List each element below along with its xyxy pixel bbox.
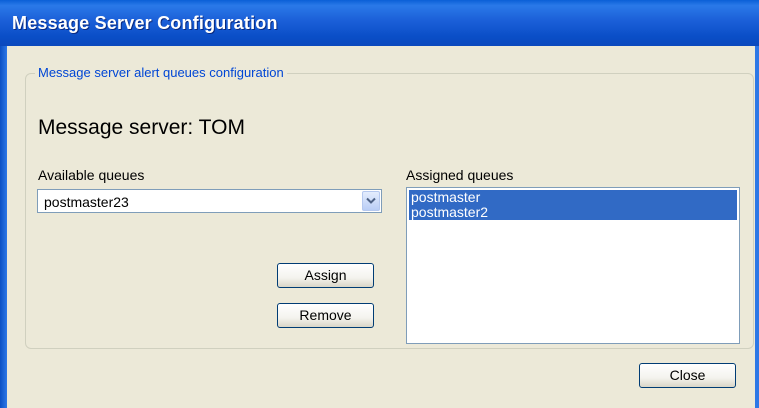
remove-button[interactable]: Remove	[277, 303, 374, 328]
list-item[interactable]: postmaster	[409, 190, 737, 205]
dropdown-button[interactable]	[362, 191, 380, 211]
assign-button[interactable]: Assign	[277, 263, 374, 288]
assigned-queues-listbox[interactable]: postmaster postmaster2	[406, 187, 740, 344]
assigned-queues-label: Assigned queues	[406, 167, 514, 183]
chevron-down-icon	[366, 197, 376, 204]
dialog-client-area: Message server alert queues configuratio…	[7, 46, 755, 408]
available-queues-dropdown[interactable]: postmaster23	[37, 189, 382, 213]
message-server-label: Message server: TOM	[38, 116, 245, 139]
title-bar[interactable]: Message Server Configuration	[0, 0, 759, 46]
window-frame-left	[0, 46, 7, 408]
dialog-window: Message Server Configuration Message ser…	[0, 0, 759, 408]
groupbox-legend: Message server alert queues configuratio…	[35, 65, 287, 80]
window-frame-right	[755, 46, 759, 408]
available-queues-value: postmaster23	[44, 194, 129, 210]
window-title: Message Server Configuration	[12, 13, 278, 33]
list-item[interactable]: postmaster2	[409, 205, 737, 220]
available-queues-label: Available queues	[38, 167, 145, 183]
close-button[interactable]: Close	[639, 363, 736, 388]
